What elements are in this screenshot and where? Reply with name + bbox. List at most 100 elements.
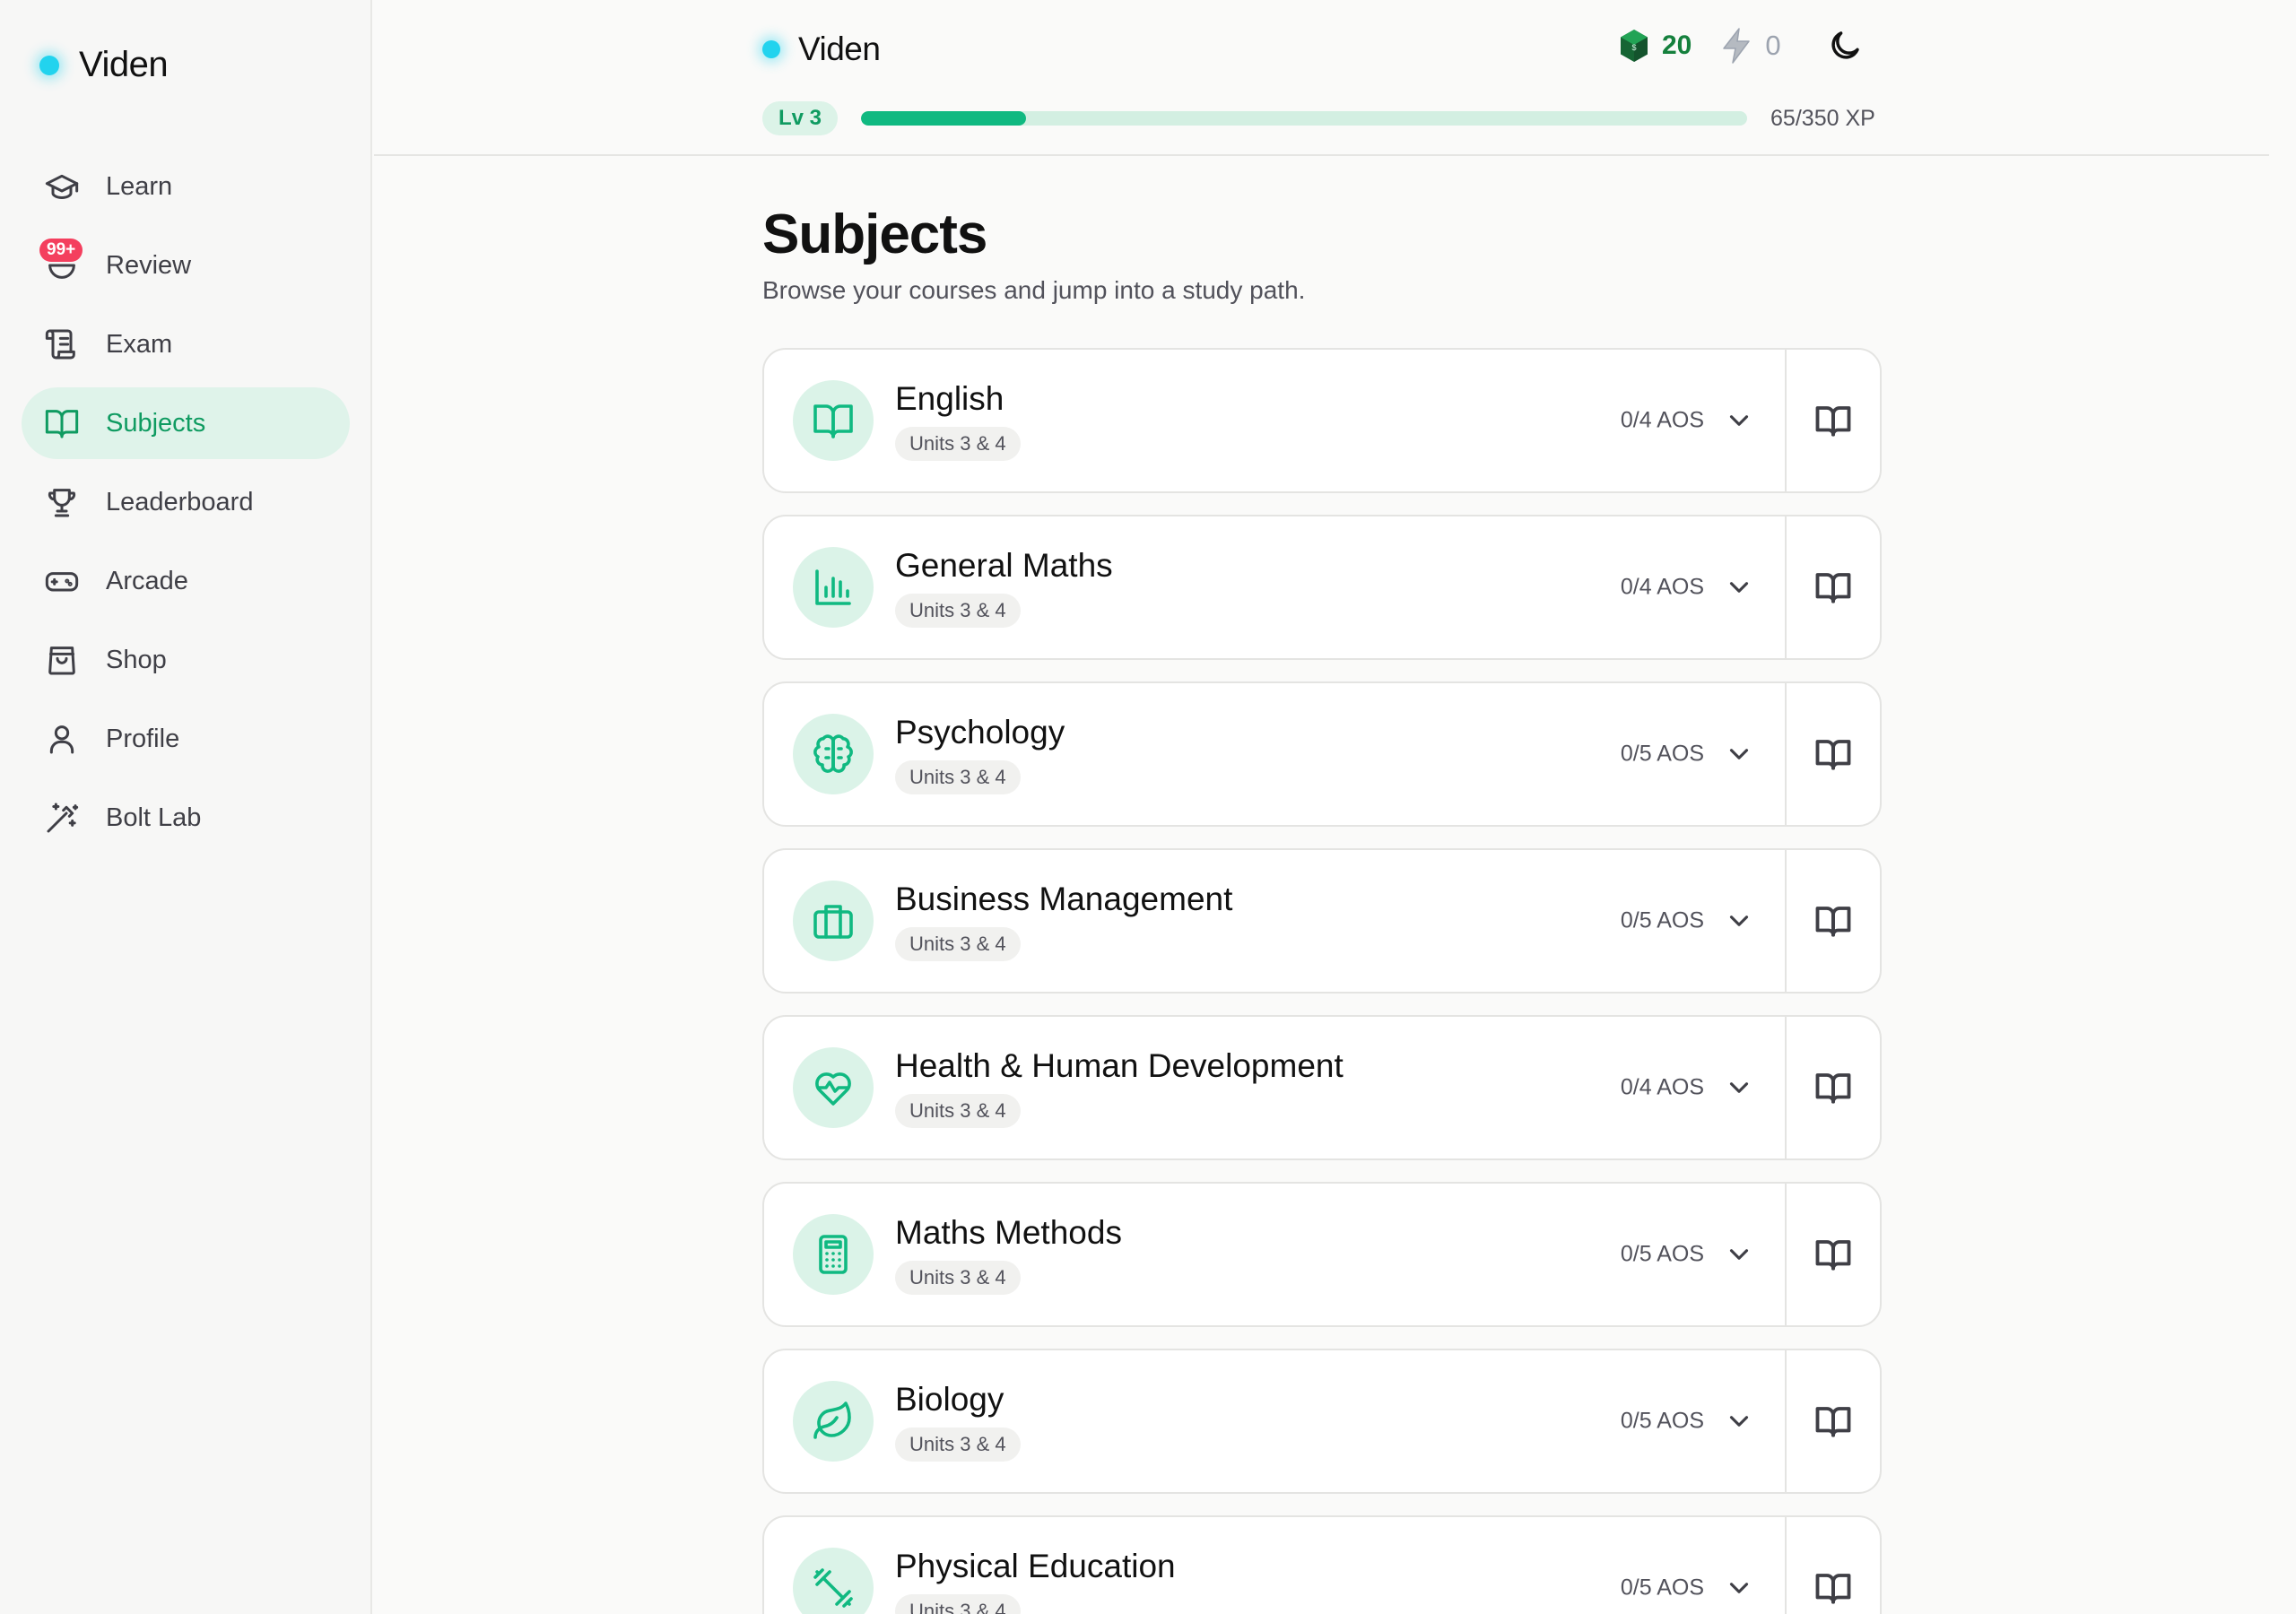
subject-name: Business Management: [895, 881, 1233, 917]
sidebar-item-profile[interactable]: Profile: [22, 703, 350, 775]
subject-expand-toggle[interactable]: Business Management Units 3 & 4 0/5 AOS: [764, 850, 1785, 992]
subject-name: Psychology: [895, 714, 1065, 751]
subject-expand-toggle[interactable]: English Units 3 & 4 0/4 AOS: [764, 350, 1785, 491]
header-stats: $ 20 0: [1619, 27, 1864, 65]
main-content: Subjects Browse your courses and jump in…: [762, 156, 1882, 1614]
subject-text: Physical Education Units 3 & 4: [895, 1548, 1176, 1614]
subject-text: Psychology Units 3 & 4: [895, 714, 1065, 794]
sidebar-item-label: Review: [106, 250, 192, 280]
open-subject-book-button[interactable]: [1785, 1184, 1880, 1325]
open-book-icon: [1815, 1073, 1851, 1104]
open-book-icon: [1815, 1240, 1851, 1271]
sidebar: Viden Learn Review 99+ Exam Subjects Leaderbo…: [0, 0, 372, 1614]
briefcase-icon: [793, 881, 874, 961]
subject-text: English Units 3 & 4: [895, 380, 1021, 461]
subject-units-tag: Units 3 & 4: [895, 927, 1021, 961]
open-subject-book-button[interactable]: [1785, 850, 1880, 992]
subject-aos-progress: 0/5 AOS: [1620, 1575, 1704, 1601]
chevron-down-icon[interactable]: [1724, 405, 1754, 436]
subject-name: Maths Methods: [895, 1214, 1122, 1251]
heart-pulse-icon: [793, 1047, 874, 1128]
sidebar-item-bolt-lab[interactable]: Bolt Lab: [22, 782, 350, 854]
subject-expand-toggle[interactable]: Maths Methods Units 3 & 4 0/5 AOS: [764, 1184, 1785, 1325]
app-window: Viden Learn Review 99+ Exam Subjects Leaderbo…: [0, 0, 2296, 1614]
subject-units-tag: Units 3 & 4: [895, 1261, 1021, 1295]
open-book-icon: [1815, 1574, 1851, 1604]
page-subtitle: Browse your courses and jump into a stud…: [762, 276, 1306, 304]
subject-expand-toggle[interactable]: General Maths Units 3 & 4 0/4 AOS: [764, 516, 1785, 658]
svg-text:$: $: [1631, 43, 1636, 52]
subject-aos-progress: 0/4 AOS: [1620, 1074, 1704, 1100]
xp-progress-bar: [861, 111, 1748, 126]
subject-units-tag: Units 3 & 4: [895, 427, 1021, 461]
shopping-bag-icon: [43, 641, 81, 679]
sidebar-item-review[interactable]: Review 99+: [22, 230, 350, 301]
subject-expand-toggle[interactable]: Psychology Units 3 & 4 0/5 AOS: [764, 683, 1785, 825]
sidebar-item-exam[interactable]: Exam: [22, 308, 350, 380]
subject-aos-progress: 0/5 AOS: [1620, 741, 1704, 767]
dark-mode-toggle-moon-icon[interactable]: [1826, 27, 1864, 65]
subject-expand-toggle[interactable]: Biology Units 3 & 4 0/5 AOS: [764, 1350, 1785, 1492]
sidebar-nav: Learn Review 99+ Exam Subjects Leaderboard Arc…: [22, 151, 350, 861]
graduation-cap-icon: [43, 168, 81, 205]
page-title: Subjects: [762, 204, 987, 265]
chevron-down-icon[interactable]: [1724, 906, 1754, 936]
header-brand[interactable]: Viden: [762, 30, 881, 68]
chevron-down-icon[interactable]: [1724, 739, 1754, 769]
open-subject-book-button[interactable]: [1785, 516, 1880, 658]
user-icon: [43, 720, 81, 758]
subject-name: Health & Human Development: [895, 1047, 1344, 1084]
chevron-down-icon[interactable]: [1724, 1406, 1754, 1436]
bolt-icon: [1723, 28, 1751, 64]
sidebar-brand[interactable]: Viden: [39, 45, 169, 85]
sidebar-item-label: Subjects: [106, 408, 206, 438]
brain-icon: [793, 714, 874, 794]
subject-card-maths-methods: Maths Methods Units 3 & 4 0/5 AOS: [762, 1182, 1882, 1327]
sidebar-item-label: Arcade: [106, 566, 188, 595]
sidebar-item-label: Shop: [106, 645, 167, 674]
subject-list: English Units 3 & 4 0/4 AOS General Math…: [762, 348, 1882, 1614]
header-brand-name: Viden: [798, 30, 881, 67]
open-subject-book-button[interactable]: [1785, 1517, 1880, 1614]
dumbbell-icon: [793, 1548, 874, 1614]
subject-name: Biology: [895, 1381, 1004, 1418]
subject-card-psychology: Psychology Units 3 & 4 0/5 AOS: [762, 681, 1882, 827]
open-book-icon: [1815, 740, 1851, 770]
subject-aos-progress: 0/4 AOS: [1620, 407, 1704, 433]
subject-expand-toggle[interactable]: Health & Human Development Units 3 & 4 0…: [764, 1017, 1785, 1158]
subject-card-business-management: Business Management Units 3 & 4 0/5 AOS: [762, 848, 1882, 994]
chevron-down-icon[interactable]: [1724, 1573, 1754, 1603]
chevron-down-icon[interactable]: [1724, 1239, 1754, 1270]
subject-units-tag: Units 3 & 4: [895, 1427, 1021, 1462]
sidebar-item-label: Bolt Lab: [106, 803, 202, 832]
sidebar-item-leaderboard[interactable]: Leaderboard: [22, 466, 350, 538]
subject-text: General Maths Units 3 & 4: [895, 547, 1113, 628]
subject-card-general-maths: General Maths Units 3 & 4 0/4 AOS: [762, 515, 1882, 660]
open-subject-book-button[interactable]: [1785, 350, 1880, 491]
subject-expand-toggle[interactable]: Physical Education Units 3 & 4 0/5 AOS: [764, 1517, 1785, 1614]
subject-text: Biology Units 3 & 4: [895, 1381, 1021, 1462]
sidebar-item-subjects[interactable]: Subjects: [22, 387, 350, 459]
open-subject-book-button[interactable]: [1785, 683, 1880, 825]
open-subject-book-button[interactable]: [1785, 1350, 1880, 1492]
subject-units-tag: Units 3 & 4: [895, 1594, 1021, 1614]
open-subject-book-button[interactable]: [1785, 1017, 1880, 1158]
chevron-down-icon[interactable]: [1724, 1072, 1754, 1103]
subject-card-physical-education: Physical Education Units 3 & 4 0/5 AOS: [762, 1515, 1882, 1614]
review-count-badge: 99+: [39, 239, 83, 262]
subject-card-biology: Biology Units 3 & 4 0/5 AOS: [762, 1349, 1882, 1494]
subject-text: Health & Human Development Units 3 & 4: [895, 1047, 1344, 1128]
open-book-icon: [793, 380, 874, 461]
calculator-icon: [793, 1214, 874, 1295]
sidebar-item-learn[interactable]: Learn: [22, 151, 350, 222]
sidebar-item-shop[interactable]: Shop: [22, 624, 350, 696]
subject-units-tag: Units 3 & 4: [895, 594, 1021, 628]
sidebar-item-label: Leaderboard: [106, 487, 254, 516]
subject-text: Maths Methods Units 3 & 4: [895, 1214, 1122, 1295]
gamepad-icon: [43, 562, 81, 600]
xp-text: 65/350 XP: [1770, 105, 1875, 131]
open-book-icon: [1815, 1407, 1851, 1437]
chevron-down-icon[interactable]: [1724, 572, 1754, 603]
subject-units-tag: Units 3 & 4: [895, 1094, 1021, 1128]
sidebar-item-arcade[interactable]: Arcade: [22, 545, 350, 617]
